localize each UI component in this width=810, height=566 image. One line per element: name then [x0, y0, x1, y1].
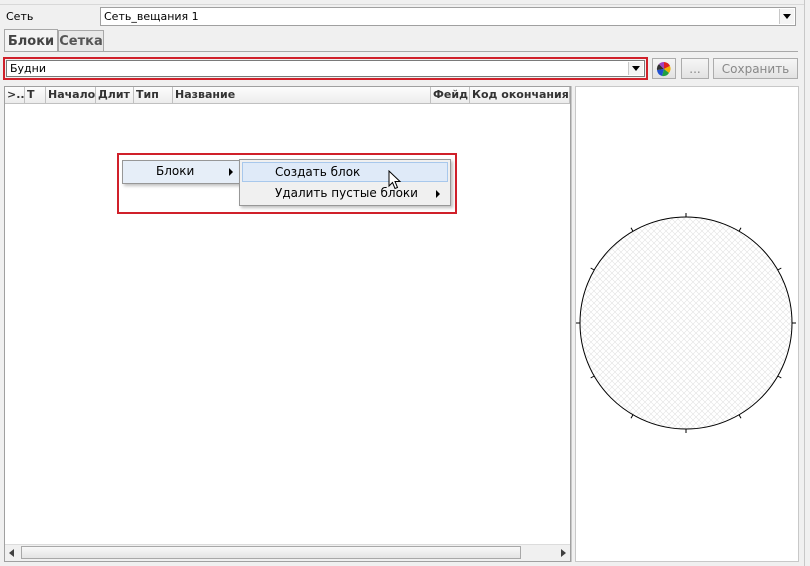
menu-item-create-block-label: Создать блок: [275, 165, 361, 179]
submenu-arrow-icon: [229, 168, 233, 176]
scroll-left-icon[interactable]: [9, 549, 14, 557]
save-button[interactable]: Сохранить: [713, 58, 798, 79]
network-select-value: Сеть_вещания 1: [104, 10, 199, 23]
clock-diagram: [576, 213, 796, 433]
menu-item-blocks-label: Блоки: [156, 164, 195, 178]
column-header-type-t[interactable]: Т: [25, 87, 46, 104]
schedule-select[interactable]: Будни: [6, 60, 645, 77]
mouse-cursor-icon: [388, 170, 402, 190]
column-header-kind[interactable]: Тип: [134, 87, 173, 104]
schedule-select-value: Будни: [10, 62, 47, 75]
column-header-end-code[interactable]: Код окончания: [470, 87, 570, 104]
color-wheel-icon: [656, 61, 671, 76]
clock-pane: [575, 86, 799, 562]
browse-button[interactable]: ...: [681, 58, 709, 79]
save-button-label: Сохранить: [721, 61, 790, 76]
chevron-down-icon[interactable]: [779, 9, 794, 24]
window-right-edge: [804, 0, 810, 566]
horizontal-scrollbar[interactable]: [5, 544, 570, 561]
submenu-arrow-icon: [436, 190, 440, 198]
menu-item-blocks[interactable]: Блоки: [123, 161, 239, 183]
column-header-fade[interactable]: Фейд: [431, 87, 470, 104]
column-header-start[interactable]: Начало: [46, 87, 96, 104]
tab-blocks-label: Блоки: [7, 33, 55, 49]
menu-item-delete-empty-blocks[interactable]: Удалить пустые блоки: [242, 184, 448, 204]
scroll-right-icon[interactable]: [561, 549, 566, 557]
submenu: Создать блок Удалить пустые блоки: [239, 159, 451, 206]
tab-blocks[interactable]: Блоки: [4, 29, 58, 52]
scrollbar-thumb[interactable]: [21, 546, 521, 559]
color-button[interactable]: [652, 58, 676, 79]
column-header-expand[interactable]: >...: [5, 87, 25, 104]
clock-circle: [579, 216, 793, 430]
column-header-name[interactable]: Название: [173, 87, 431, 104]
window-top-edge: [0, 0, 810, 5]
browse-button-label: ...: [689, 61, 701, 76]
tab-grid[interactable]: Сетка: [58, 30, 104, 51]
tab-grid-label: Сетка: [59, 33, 103, 49]
menu-item-create-block[interactable]: Создать блок: [242, 162, 448, 182]
network-select[interactable]: Сеть_вещания 1: [100, 7, 796, 26]
network-label: Сеть: [6, 10, 34, 23]
context-menu: Блоки: [122, 160, 240, 184]
schedule-highlight: Будни: [3, 57, 648, 80]
chevron-down-icon[interactable]: [628, 62, 643, 75]
column-header-duration[interactable]: Длит: [96, 87, 134, 104]
tab-divider: [4, 51, 798, 52]
